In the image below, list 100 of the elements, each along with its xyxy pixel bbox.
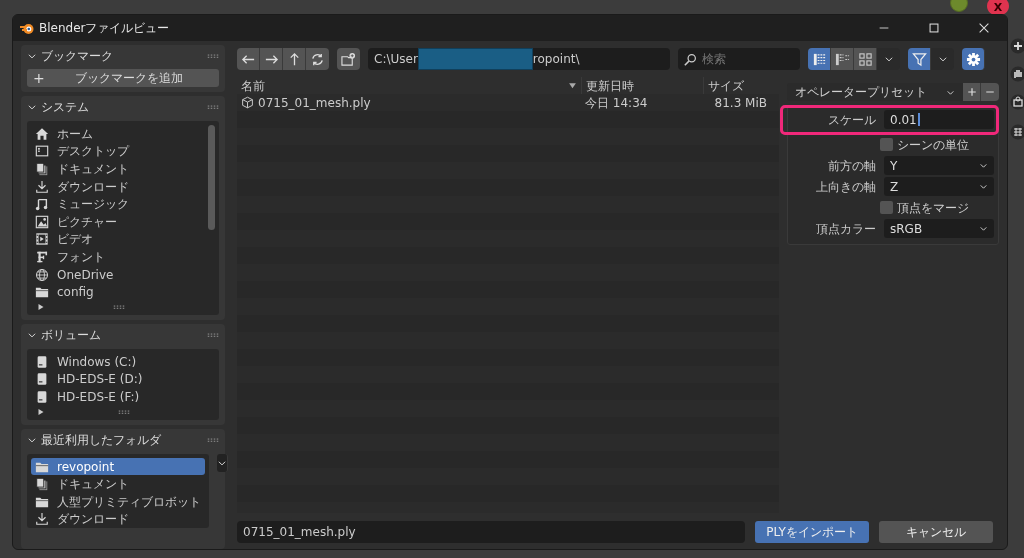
column-header[interactable]: 更新日時 [581, 77, 703, 94]
picture-icon [35, 214, 49, 229]
download-icon [35, 179, 49, 194]
download-icon [35, 512, 49, 527]
gear-icon [965, 51, 981, 67]
folder-item[interactable]: デスクトップ [31, 142, 205, 161]
path-field[interactable]: C:\User ropoint\ [368, 48, 670, 70]
maximize-icon[interactable] [927, 21, 941, 35]
field-label: 上向きの軸 [815, 178, 876, 196]
chevron-icon [979, 182, 988, 191]
number-field[interactable]: 0.01 [884, 110, 994, 129]
folder-item[interactable]: HD-EDS-E (F:) [31, 388, 215, 406]
chevron-icon[interactable] [27, 51, 37, 61]
chevron-icon [937, 54, 948, 64]
axis-label[interactable]: X [987, 0, 1009, 16]
refresh-button[interactable] [306, 48, 329, 70]
chevron-icon [979, 161, 988, 170]
folder-icon [35, 285, 49, 300]
drive-icon [35, 372, 49, 387]
folder-item[interactable]: 人型プリミティブロボット [31, 492, 205, 511]
parent-folder-button[interactable] [283, 48, 306, 70]
display-mode-button[interactable] [831, 48, 854, 70]
settings-button[interactable] [962, 48, 985, 70]
folder-plus-icon [341, 51, 356, 67]
panel-title[interactable]: システム [41, 98, 203, 116]
drive-icon [35, 354, 49, 369]
chevron-icon [883, 54, 894, 64]
search-field[interactable]: 検索 [678, 48, 800, 70]
sort-arrow-icon[interactable] [568, 81, 577, 90]
film-icon [35, 232, 49, 247]
folder-item[interactable]: ダウンロード [31, 510, 205, 529]
expand-icon[interactable] [37, 407, 45, 416]
filter-button[interactable] [908, 48, 931, 70]
globe-icon [35, 267, 49, 282]
cube-icon [241, 96, 254, 109]
chevron-icon [979, 224, 988, 233]
house-icon [35, 126, 49, 141]
list-view-icon [811, 51, 827, 67]
folder-item[interactable]: Windows (C:) [31, 352, 215, 371]
folder-item[interactable]: ビデオ [31, 230, 205, 249]
back-arrow-button[interactable] [237, 48, 260, 70]
folder-item[interactable]: ドキュメント [31, 475, 205, 493]
font-icon [35, 249, 49, 264]
documents-icon [35, 162, 49, 176]
field-label: 頂点カラー [815, 220, 876, 238]
folder-item[interactable]: ドキュメント [31, 160, 205, 178]
cancel-button[interactable]: キャンセル [879, 521, 993, 543]
remove-preset-button[interactable] [981, 83, 999, 101]
file-date: 今日 14:34 [585, 95, 648, 110]
checkbox-label: シーンの単位 [897, 136, 969, 154]
folder-item[interactable]: ホーム [31, 125, 205, 143]
add-preset-button[interactable] [963, 83, 981, 101]
column-header[interactable]: サイズ [703, 77, 779, 94]
grid-icon[interactable] [1010, 124, 1024, 140]
drive-icon [35, 389, 49, 404]
filename-field[interactable]: 0715_01_mesh.ply [237, 521, 745, 543]
expand-icon[interactable] [37, 302, 45, 311]
folder-item[interactable]: ミュージック [31, 195, 205, 213]
checkbox[interactable] [880, 138, 893, 151]
folder-item[interactable]: フォント [31, 248, 205, 266]
column-header[interactable]: 名前 [237, 77, 581, 94]
panel-title[interactable]: ブックマーク [41, 47, 203, 65]
folder-item[interactable]: HD-EDS-E (D:) [31, 370, 215, 389]
file-name[interactable]: 0715_01_mesh.ply [258, 93, 371, 112]
file-size: 81.3 MiB [714, 95, 767, 110]
chevron-icon[interactable] [27, 102, 37, 112]
documents-icon [35, 477, 49, 492]
plus-icon[interactable] [1010, 38, 1024, 54]
music-note-icon [35, 197, 49, 212]
columns-view-icon [834, 51, 850, 67]
folder-item[interactable]: revopoint [31, 457, 205, 476]
refresh-icon [310, 51, 325, 67]
panel-title[interactable]: 最近利用したフォルダ [41, 430, 203, 449]
select-field[interactable]: sRGB [884, 219, 994, 238]
folder-item[interactable]: ダウンロード [31, 177, 205, 196]
close-icon[interactable] [977, 21, 991, 35]
checkbox[interactable] [880, 201, 893, 214]
funnel-icon [911, 51, 927, 67]
plus-icon [965, 86, 978, 98]
field-label: 前方の軸 [827, 157, 876, 175]
window-title: Blenderファイルビュー [39, 20, 171, 37]
scrollbar[interactable] [208, 125, 215, 230]
select-field[interactable]: Y [884, 156, 994, 175]
display-mode-button[interactable] [854, 48, 877, 70]
desktop-icon [35, 144, 49, 159]
add-bookmark-button[interactable]: + ブックマークを追加 [27, 69, 219, 87]
forward-arrow-button[interactable] [260, 48, 283, 70]
search-icon [684, 53, 697, 66]
folder-item[interactable]: OneDrive [31, 265, 205, 284]
folder-item[interactable]: config [31, 283, 205, 301]
thumbnails-view-icon [857, 51, 873, 67]
new-folder-button[interactable] [337, 48, 360, 70]
select-field[interactable]: Z [884, 177, 994, 196]
field-label: スケール [827, 111, 876, 129]
folder-item[interactable]: ピクチャー [31, 212, 205, 231]
checkbox-label: 頂点をマージ [897, 199, 969, 217]
import-button[interactable]: PLYをインポート [755, 521, 869, 543]
dropdown-button[interactable] [217, 453, 228, 472]
display-mode-button[interactable] [808, 48, 831, 70]
panel-title[interactable]: ボリューム [41, 325, 203, 344]
